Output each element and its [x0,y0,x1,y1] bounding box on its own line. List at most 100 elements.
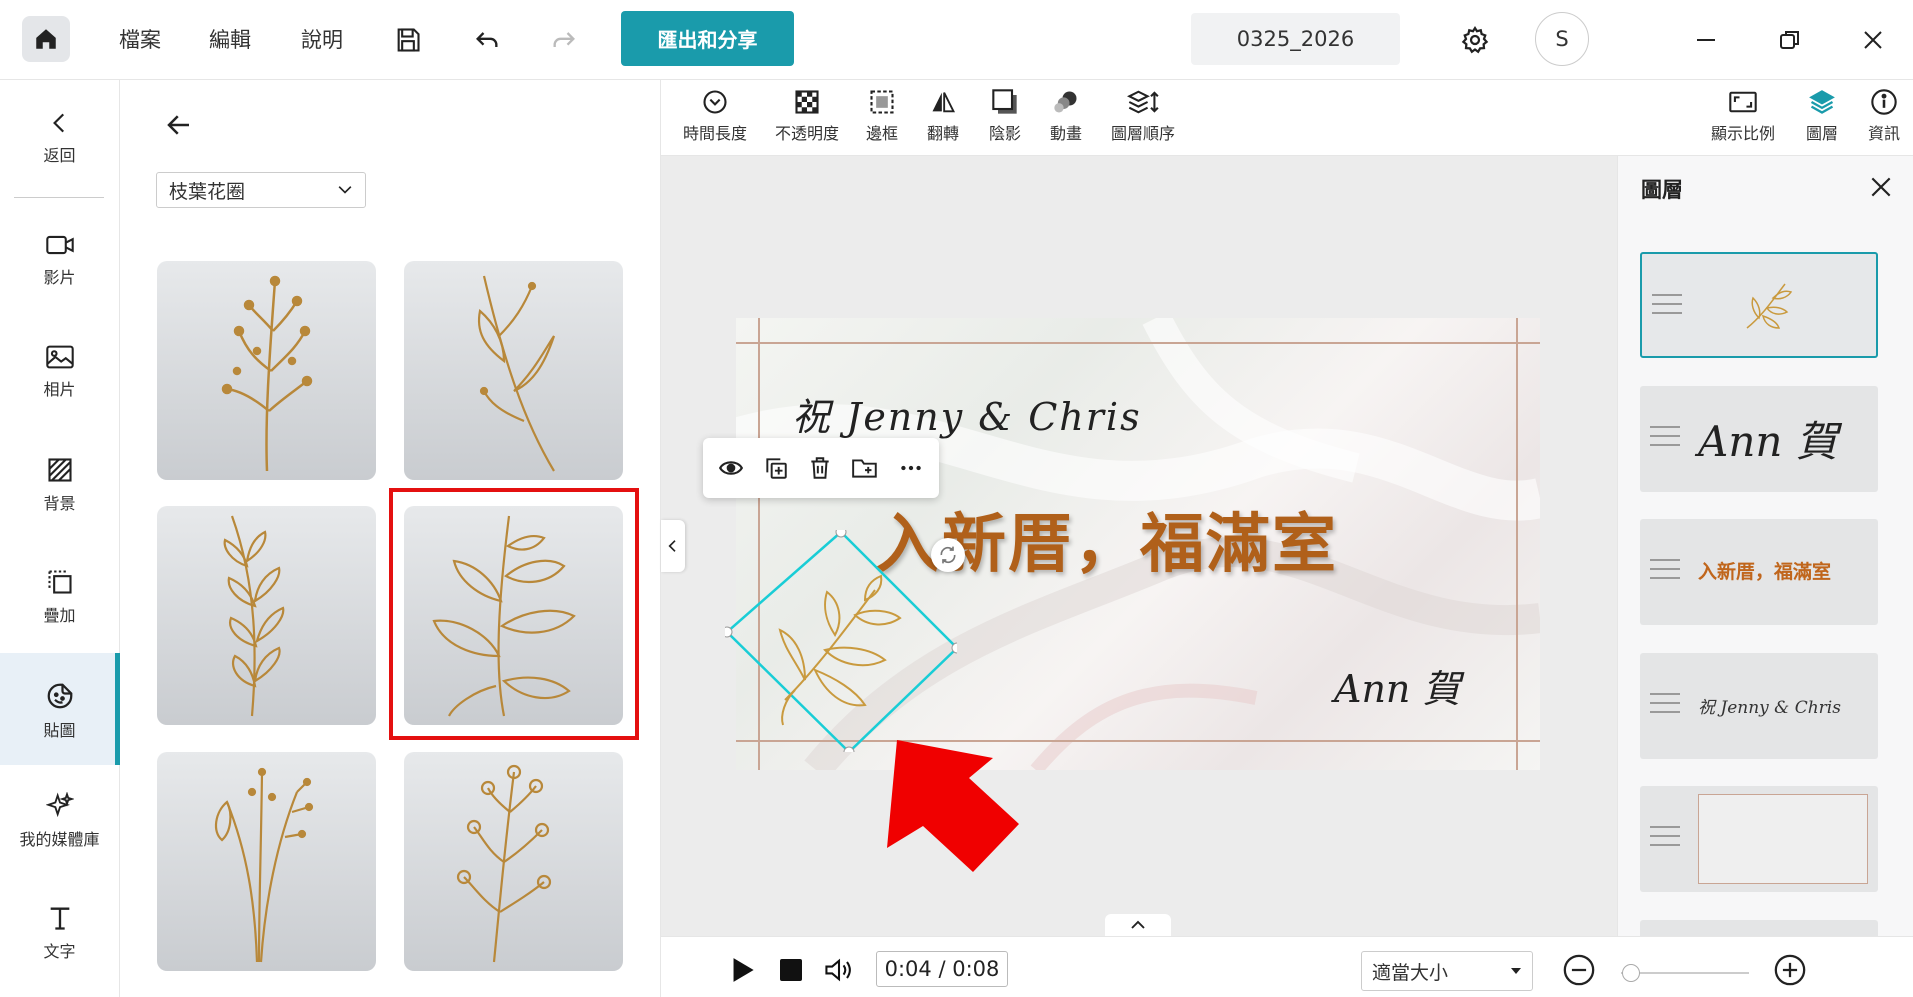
layer-item-signature[interactable]: Ann 賀 [1640,386,1878,492]
sticker-selection-frame [725,530,957,752]
layer-item-frame[interactable] [1640,786,1878,892]
tool-layer-order[interactable]: 圖層順序 [1111,88,1175,144]
zoom-in-icon [1774,954,1806,986]
layers-panel-title: 圖層 [1641,178,1683,202]
rotate-handle[interactable] [931,538,965,572]
layer-item-background[interactable] [1640,920,1878,936]
panel-back-button[interactable] [164,110,194,140]
nav-background[interactable]: 背景 [0,456,119,514]
sticker-thumbnail[interactable] [157,752,376,971]
menu-file[interactable]: 檔案 [119,24,161,54]
tool-duration[interactable]: 時間長度 [683,88,747,144]
playback-bar: 0:04 / 0:08 適當大小 [661,936,1913,997]
zoom-out-button[interactable] [1562,953,1596,987]
stop-button[interactable] [780,959,802,981]
nav-label: 相片 [43,380,76,399]
canvas-area[interactable]: 祝 Jenny & Chris 入新厝，福滿室 Ann 賀 [661,156,1617,936]
menu-help[interactable]: 說明 [301,24,343,54]
tool-info[interactable]: 資訊 [1868,88,1900,144]
duplicate-button[interactable] [763,455,789,481]
info-icon [1871,89,1897,115]
sticker-thumbnail[interactable] [404,752,623,971]
nav-sticker[interactable]: 貼圖 [0,653,120,765]
layer-item-dedication[interactable]: 祝 Jenny & Chris [1640,653,1878,759]
selected-sticker[interactable] [725,530,957,752]
undo-button[interactable] [467,20,507,60]
tool-aspect-ratio[interactable]: 顯示比例 [1711,88,1775,144]
export-share-button[interactable]: 匯出和分享 [621,11,794,66]
slide-text-dedication[interactable]: 祝 Jenny & Chris [792,386,1142,441]
nav-photo[interactable]: 相片 [0,344,119,400]
layer-order-icon [1127,90,1159,114]
volume-button[interactable] [823,955,855,985]
nav-overlay[interactable]: 疊加 [0,568,119,626]
play-button[interactable] [731,957,755,983]
more-horizontal-icon [901,465,921,471]
save-button[interactable] [388,20,428,60]
drag-handle-icon[interactable] [1650,559,1680,586]
top-bar: 檔案 編輯 說明 匯出和分享 0325_2026 S [0,0,1913,80]
redo-button[interactable] [544,20,584,60]
tool-opacity[interactable]: 不透明度 [775,88,839,144]
eye-icon [719,461,744,475]
zoom-in-button[interactable] [1773,953,1807,987]
tool-animation[interactable]: 動畫 [1050,88,1082,144]
drag-handle-icon[interactable] [1650,693,1680,720]
tool-label: 動畫 [1050,124,1083,143]
layers-icon [1809,90,1835,114]
layer-text: 入新厝，福滿室 [1698,561,1832,583]
close-layers-button[interactable] [1868,174,1894,200]
sticker-thumbnail[interactable] [157,261,376,480]
expand-timeline-tab[interactable] [1105,914,1171,936]
minimize-button[interactable] [1686,20,1726,60]
delete-button[interactable] [807,455,833,481]
nav-divider [14,197,104,198]
zoom-slider-track[interactable] [1621,972,1749,974]
tool-border[interactable]: 邊框 [866,88,898,144]
flip-icon [932,92,956,113]
user-avatar[interactable]: S [1535,12,1589,66]
zoom-slider-thumb[interactable] [1622,964,1640,982]
zoom-select[interactable]: 適當大小 [1361,951,1533,991]
slide-text-signature[interactable]: Ann 賀 [1334,658,1460,713]
nav-back[interactable]: 返回 [0,110,119,166]
tool-layers[interactable]: 圖層 [1806,88,1838,144]
arrow-left-icon [167,115,189,135]
nav-my-media[interactable]: 我的媒體庫 [0,792,119,850]
nav-video[interactable]: 影片 [0,232,119,288]
collapse-panel-tab[interactable] [661,520,685,572]
fern-sticker [223,515,285,717]
layer-item-title[interactable]: 入新厝，福滿室 [1640,519,1878,625]
project-name[interactable]: 0325_2026 [1191,13,1400,65]
bouquet-sticker [214,767,314,963]
trash-icon [811,457,829,479]
sticker-thumbnail[interactable] [404,261,623,480]
tool-label: 資訊 [1868,124,1901,143]
layer-item-sticker[interactable] [1640,252,1878,358]
nav-text[interactable]: 文字 [0,904,119,962]
drag-handle-icon[interactable] [1650,426,1680,453]
home-button[interactable] [22,16,70,62]
menu-edit[interactable]: 編輯 [209,24,251,54]
tool-flip[interactable]: 翻轉 [927,88,959,144]
sticker-thumbnail[interactable] [157,506,376,725]
tool-shadow[interactable]: 陰影 [989,88,1021,144]
tool-label: 圖層順序 [1111,124,1176,143]
layers-panel: 圖層 Ann 賀 入新厝，福滿室 祝 Jenny & Chris [1617,156,1913,936]
close-window-button[interactable] [1853,20,1893,60]
drag-handle-icon[interactable] [1652,294,1682,321]
add-to-folder-button[interactable] [851,455,879,481]
tool-label: 顯示比例 [1711,124,1776,143]
category-dropdown[interactable]: 枝葉花圈 [156,172,366,208]
settings-button[interactable] [1455,20,1495,60]
close-icon [1871,177,1891,197]
berry-branch-sticker [456,764,552,963]
drag-handle-icon[interactable] [1650,826,1680,853]
more-options-button[interactable] [898,455,924,481]
close-icon [1864,31,1882,49]
chevron-up-icon [1131,920,1145,929]
visibility-button[interactable] [718,455,744,481]
restore-button[interactable] [1770,20,1810,60]
tool-label: 邊框 [866,124,899,143]
duplicate-icon [765,458,787,479]
